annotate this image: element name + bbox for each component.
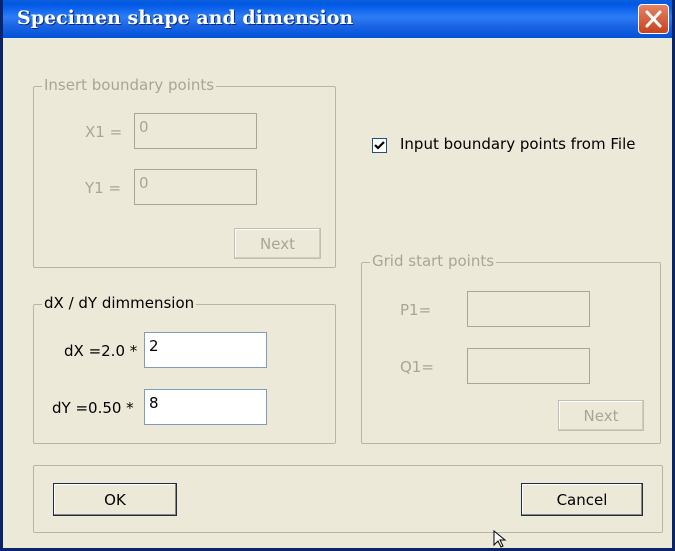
grid-group-label: Grid start points — [370, 252, 497, 270]
title-bar[interactable]: Specimen shape and dimension — [3, 0, 672, 38]
cancel-button[interactable]: Cancel — [521, 483, 643, 516]
close-icon — [645, 10, 662, 28]
checkmark-icon — [374, 141, 385, 150]
input-from-file-checkbox[interactable] — [372, 138, 387, 153]
input-from-file-label: Input boundary points from File — [400, 135, 636, 153]
button-area: OK Cancel — [33, 465, 663, 533]
dy-label: dY =0.50 * — [52, 399, 134, 417]
dx-input[interactable]: 2 — [144, 332, 267, 368]
boundary-next-button[interactable]: Next — [234, 228, 321, 259]
dy-input[interactable]: 8 — [144, 389, 267, 425]
p1-label: P1= — [400, 301, 432, 319]
x1-input[interactable]: 0 — [134, 113, 257, 149]
dimension-group: dX / dY dimmension dX =2.0 * 2 dY =0.50 … — [33, 294, 336, 444]
dialog-window: Specimen shape and dimension Insert boun… — [0, 0, 675, 551]
q1-input[interactable] — [467, 348, 590, 384]
mouse-cursor-icon — [493, 530, 507, 548]
close-button[interactable] — [638, 4, 669, 34]
boundary-group-label: Insert boundary points — [42, 76, 217, 94]
ok-button[interactable]: OK — [53, 483, 177, 516]
y1-input[interactable]: 0 — [134, 169, 257, 205]
dimension-group-label: dX / dY dimmension — [42, 294, 197, 312]
x1-label: X1 = — [85, 123, 123, 141]
q1-label: Q1= — [400, 358, 434, 376]
y1-label: Y1 = — [85, 179, 122, 197]
grid-start-group: Grid start points P1= Q1= Next — [361, 252, 661, 444]
dx-label: dX =2.0 * — [64, 342, 138, 360]
p1-input[interactable] — [467, 291, 590, 327]
window-title: Specimen shape and dimension — [17, 7, 354, 29]
boundary-points-group: Insert boundary points X1 = 0 Y1 = 0 Nex… — [33, 76, 336, 268]
grid-next-button[interactable]: Next — [558, 400, 644, 431]
